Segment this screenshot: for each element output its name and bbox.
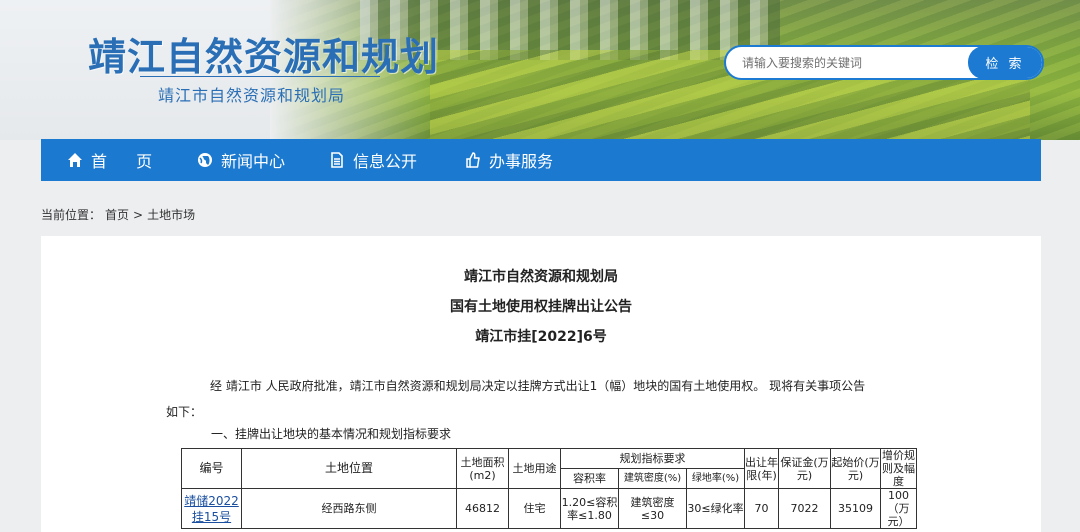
home-icon <box>67 152 83 168</box>
paragraph-line-2: 如下： <box>166 405 203 419</box>
breadcrumb-prefix: 当前位置： <box>41 208 102 222</box>
paragraph-line-1: 经 靖江市 人民政府批准，靖江市自然资源和规划局决定以挂牌方式出让1（幅）地块的… <box>210 379 866 393</box>
document-number: 靖江市挂[2022]6号 <box>475 329 607 345</box>
breadcrumb-separator: > <box>133 208 144 222</box>
cell-deposit: 7022 <box>778 488 831 529</box>
header-far: 容积率 <box>560 468 619 489</box>
document-icon <box>329 152 345 168</box>
cell-density: 建筑密度≤30 <box>618 488 687 529</box>
cell-id: 靖储2022挂15号 <box>181 488 242 529</box>
table-row: 靖储2022挂15号 经西路东侧 46812 住宅 1.20≤容积率≤1.80 … <box>181 488 917 529</box>
header-use: 土地用途 <box>508 448 561 489</box>
header-banner: 靖江自然资源和规划 靖江市自然资源和规划局 检 索 <box>0 0 1080 140</box>
table-header-row: 编号 土地位置 土地面积(m2) 土地用途 规划指标要求 出让年限(年) 保证金… <box>181 448 917 489</box>
cell-start-price: 35109 <box>830 488 881 529</box>
cell-increment: 100（万元） <box>880 488 917 529</box>
nav-item-info[interactable]: 信息公开 <box>329 139 465 181</box>
nav-item-home[interactable]: 首 页 <box>67 139 197 181</box>
cell-use: 住宅 <box>508 488 561 529</box>
cell-term: 70 <box>744 488 779 529</box>
header-increment: 增价规则及幅度 <box>880 448 917 489</box>
document-title: 国有土地使用权挂牌出让公告 <box>450 299 632 315</box>
header-start-price: 起始价(万元) <box>830 448 881 489</box>
header-planning: 规划指标要求 <box>560 448 745 469</box>
cell-far: 1.20≤容积率≤1.80 <box>560 488 619 529</box>
nav-news-label: 新闻中心 <box>221 152 286 171</box>
header-deposit: 保证金(万元) <box>778 448 831 489</box>
nav-info-label: 信息公开 <box>353 152 418 171</box>
thumbs-up-icon <box>465 152 481 168</box>
site-title: 靖江自然资源和规划 <box>88 35 440 79</box>
document-paragraph: 经 靖江市 人民政府批准，靖江市自然资源和规划局决定以挂牌方式出让1（幅）地块的… <box>166 373 936 425</box>
cell-green: 30≤绿化率 <box>686 488 745 529</box>
cell-location: 经西路东侧 <box>241 488 457 529</box>
cell-area: 46812 <box>456 488 509 529</box>
header-term: 出让年限(年) <box>744 448 779 489</box>
search-box: 检 索 <box>724 45 1044 80</box>
header-location: 土地位置 <box>241 448 457 489</box>
breadcrumb-current[interactable]: 土地市场 <box>147 208 195 222</box>
section-title: 一、挂牌出让地块的基本情况和规划指标要求 <box>211 427 452 441</box>
header-green: 绿地率(%) <box>686 468 745 489</box>
header-density: 建筑密度(%) <box>618 468 687 489</box>
site-subtitle: 靖江市自然资源和规划局 <box>158 86 346 105</box>
nav-home-label: 首 页 <box>91 152 165 171</box>
nav-item-service[interactable]: 办事服务 <box>465 139 585 181</box>
land-table: 编号 土地位置 土地面积(m2) 土地用途 规划指标要求 出让年限(年) 保证金… <box>181 448 917 529</box>
header-area: 土地面积(m2) <box>456 448 509 489</box>
breadcrumb-home-link[interactable]: 首页 <box>105 208 129 222</box>
nav-service-label: 办事服务 <box>489 152 554 171</box>
parcel-id-link[interactable]: 靖储2022挂15号 <box>184 494 239 524</box>
header-id: 编号 <box>181 448 242 489</box>
nav-item-news[interactable]: 新闻中心 <box>197 139 329 181</box>
document-header: 靖江市自然资源和规划局 国有土地使用权挂牌出让公告 靖江市挂[2022]6号 <box>41 262 1041 352</box>
content-panel: 靖江市自然资源和规划局 国有土地使用权挂牌出让公告 靖江市挂[2022]6号 经… <box>41 236 1041 532</box>
main-nav: 首 页 新闻中心 信息公开 办事服务 <box>41 139 1041 181</box>
globe-icon <box>197 152 213 168</box>
search-button[interactable]: 检 索 <box>968 47 1042 78</box>
document-org: 靖江市自然资源和规划局 <box>464 269 618 285</box>
breadcrumb: 当前位置： 首页 > 土地市场 <box>41 206 199 223</box>
title-divider <box>140 76 380 77</box>
